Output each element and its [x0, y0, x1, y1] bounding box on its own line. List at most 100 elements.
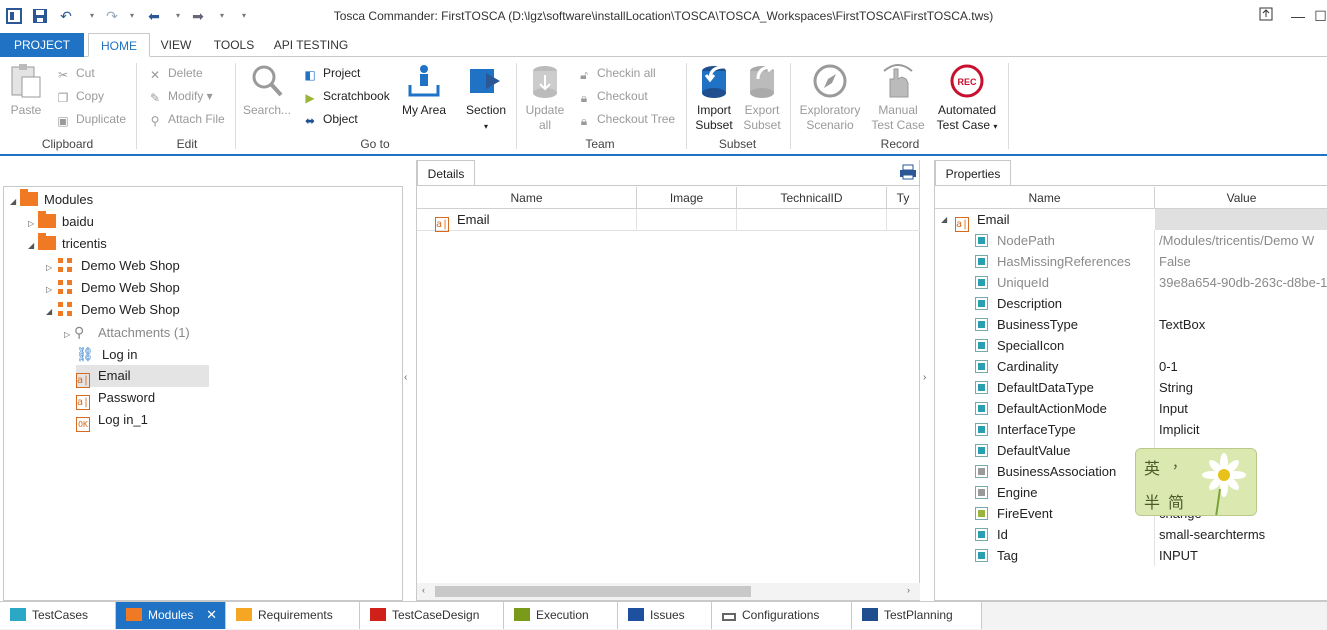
attach-file-button[interactable]: ⚲ Attach File [147, 109, 225, 129]
close-tab-icon[interactable]: ✕ [206, 602, 217, 628]
minimize-icon[interactable]: — [1288, 6, 1308, 26]
property-row[interactable]: BusinessAssociation [935, 461, 1327, 482]
checkout-tree-button[interactable]: 🔒︎ Checkout Tree [576, 109, 675, 129]
rec-text: REC [957, 77, 977, 87]
checkin-all-button[interactable]: 🔓︎ Checkin all [576, 63, 656, 83]
tab-label: Modules [148, 608, 194, 622]
column-header-name[interactable]: Name [417, 187, 637, 209]
issues-folder-icon [628, 608, 644, 621]
exploratory-scenario-button[interactable]: Exploratory Scenario [798, 63, 862, 133]
tree-node-email[interactable]: a| Email [76, 365, 209, 388]
cut-button[interactable]: ✂ Cut [55, 63, 95, 83]
column-header-technicalid[interactable]: TechnicalID [737, 187, 887, 209]
property-root-email[interactable]: ◢ a| Email [935, 209, 1327, 232]
tree-node-baidu[interactable]: ▷ baidu [28, 211, 94, 233]
print-icon[interactable] [899, 164, 917, 183]
tab-details[interactable]: Details [417, 160, 475, 186]
tab-execution[interactable]: Execution [504, 602, 618, 629]
tab-issues[interactable]: Issues [618, 602, 712, 629]
tab-testcases[interactable]: TestCases [0, 602, 116, 629]
tree-node-demo-web-shop[interactable]: ◢ Demo Web Shop [46, 299, 180, 321]
ime-widget[interactable]: 英 ， 半 简 [1135, 448, 1257, 516]
scrollbar-thumb[interactable] [435, 586, 751, 597]
maximize-icon[interactable]: ☐ [1314, 6, 1327, 26]
property-row[interactable]: Engine [935, 482, 1327, 503]
manual-test-case-button[interactable]: Manual Test Case [868, 63, 928, 133]
scroll-right-icon[interactable]: › [907, 585, 910, 595]
property-value[interactable]: Implicit [1159, 419, 1327, 440]
paste-button[interactable]: Paste [6, 63, 46, 118]
property-value[interactable]: INPUT [1159, 545, 1327, 566]
property-row[interactable]: Id small-searchterms [935, 524, 1327, 545]
column-header-value[interactable]: Value [1155, 187, 1327, 209]
goto-scratchbook-button[interactable]: ▶ Scratchbook [302, 86, 389, 106]
property-row[interactable]: UniqueId 39e8a654-90db-263c-d8be-1 [935, 272, 1327, 293]
property-value[interactable]: False [1159, 251, 1327, 272]
property-row[interactable]: Cardinality 0-1 [935, 356, 1327, 377]
column-header-type[interactable]: Ty [887, 187, 920, 209]
collapse-right-icon[interactable]: › [923, 372, 926, 383]
tree-node-attachments[interactable]: ▷ ⚲ Attachments (1) [64, 321, 190, 343]
column-header-image[interactable]: Image [637, 187, 737, 209]
property-row[interactable]: FireEventchange [935, 503, 1327, 524]
tab-view[interactable]: VIEW [152, 33, 200, 57]
modify-button[interactable]: ✎ Modify ▾ [147, 86, 213, 106]
paste-label: Paste [10, 103, 42, 117]
goto-object-button[interactable]: ⬌ Object [302, 109, 358, 129]
tree-node-modules[interactable]: ◢ Modules [10, 189, 93, 211]
tree-node-demo-web-shop[interactable]: ▷ Demo Web Shop [46, 277, 180, 299]
tree-node-log-in[interactable]: ⛓ Log in [76, 343, 137, 365]
tab-requirements[interactable]: Requirements [226, 602, 360, 629]
property-row[interactable]: InterfaceType Implicit [935, 419, 1327, 440]
property-row[interactable]: BusinessType TextBox [935, 314, 1327, 335]
property-value[interactable]: /Modules/tricentis/Demo W [1159, 230, 1327, 251]
tab-home[interactable]: HOME [88, 33, 150, 57]
tab-properties[interactable]: Properties [935, 160, 1011, 186]
tab-testcasedesign[interactable]: TestCaseDesign [360, 602, 504, 629]
details-row-email[interactable]: a| Email [417, 209, 920, 232]
property-row[interactable]: HasMissingReferences False [935, 251, 1327, 272]
property-value[interactable]: small-searchterms [1159, 524, 1327, 545]
property-value[interactable]: 0-1 [1159, 356, 1327, 377]
tab-modules[interactable]: Modules ✕ [116, 602, 226, 629]
tab-configurations[interactable]: Configurations [712, 602, 852, 629]
checkout-button[interactable]: 🔒︎ Checkout [576, 86, 648, 106]
collapse-left-icon[interactable]: ‹ [404, 372, 407, 383]
tab-project[interactable]: PROJECT [0, 33, 84, 57]
tree-node-tricentis[interactable]: ◢ tricentis [28, 233, 107, 255]
copy-button[interactable]: ❐ Copy [55, 86, 104, 106]
property-row[interactable]: DefaultActionMode Input [935, 398, 1327, 419]
search-button[interactable]: Search... [242, 63, 292, 118]
tree-node-log-in-1[interactable]: OK Log in_1 [76, 409, 148, 432]
property-row[interactable]: Tag INPUT [935, 545, 1327, 566]
tree-node-demo-web-shop[interactable]: ▷ Demo Web Shop [46, 255, 180, 277]
property-value[interactable]: Input [1159, 398, 1327, 419]
tab-api-testing[interactable]: API TESTING [270, 33, 352, 57]
tab-tools[interactable]: TOOLS [204, 33, 264, 57]
duplicate-button[interactable]: ▣ Duplicate [55, 109, 126, 129]
update-all-button[interactable]: Update all [522, 63, 568, 133]
checkout-label: Checkout [597, 89, 648, 103]
import-subset-button[interactable]: Import Subset [692, 63, 736, 133]
property-value[interactable]: 39e8a654-90db-263c-d8be-1 [1159, 272, 1327, 293]
tree-node-password[interactable]: a| Password [76, 387, 155, 410]
export-subset-button[interactable]: Export Subset [740, 61, 784, 133]
automated-test-case-button[interactable]: REC Automated Test Case ▾ [934, 63, 1000, 134]
scroll-left-icon[interactable]: ‹ [422, 585, 425, 595]
property-value[interactable]: String [1159, 377, 1327, 398]
tab-testplanning[interactable]: TestPlanning [852, 602, 982, 629]
property-row[interactable]: DefaultDataType String [935, 377, 1327, 398]
restore-ribbon-icon[interactable] [1256, 6, 1276, 26]
goto-project-button[interactable]: ◧ Project [302, 63, 360, 83]
property-row[interactable]: NodePath/Modules/tricentis/Demo W [935, 230, 1327, 251]
property-row[interactable]: DefaultValue [935, 440, 1327, 461]
section-button[interactable]: Section ▾ [460, 63, 512, 134]
property-row[interactable]: SpecialIcon [935, 335, 1327, 356]
horizontal-scrollbar[interactable]: ‹ › [417, 583, 920, 600]
delete-button[interactable]: ✕ Delete [147, 63, 203, 83]
property-value[interactable]: TextBox [1159, 314, 1327, 335]
column-header-name[interactable]: Name [935, 187, 1155, 209]
expanded-arrow-icon: ◢ [10, 197, 17, 206]
my-area-button[interactable]: My Area [398, 63, 450, 118]
property-row[interactable]: Description [935, 293, 1327, 314]
